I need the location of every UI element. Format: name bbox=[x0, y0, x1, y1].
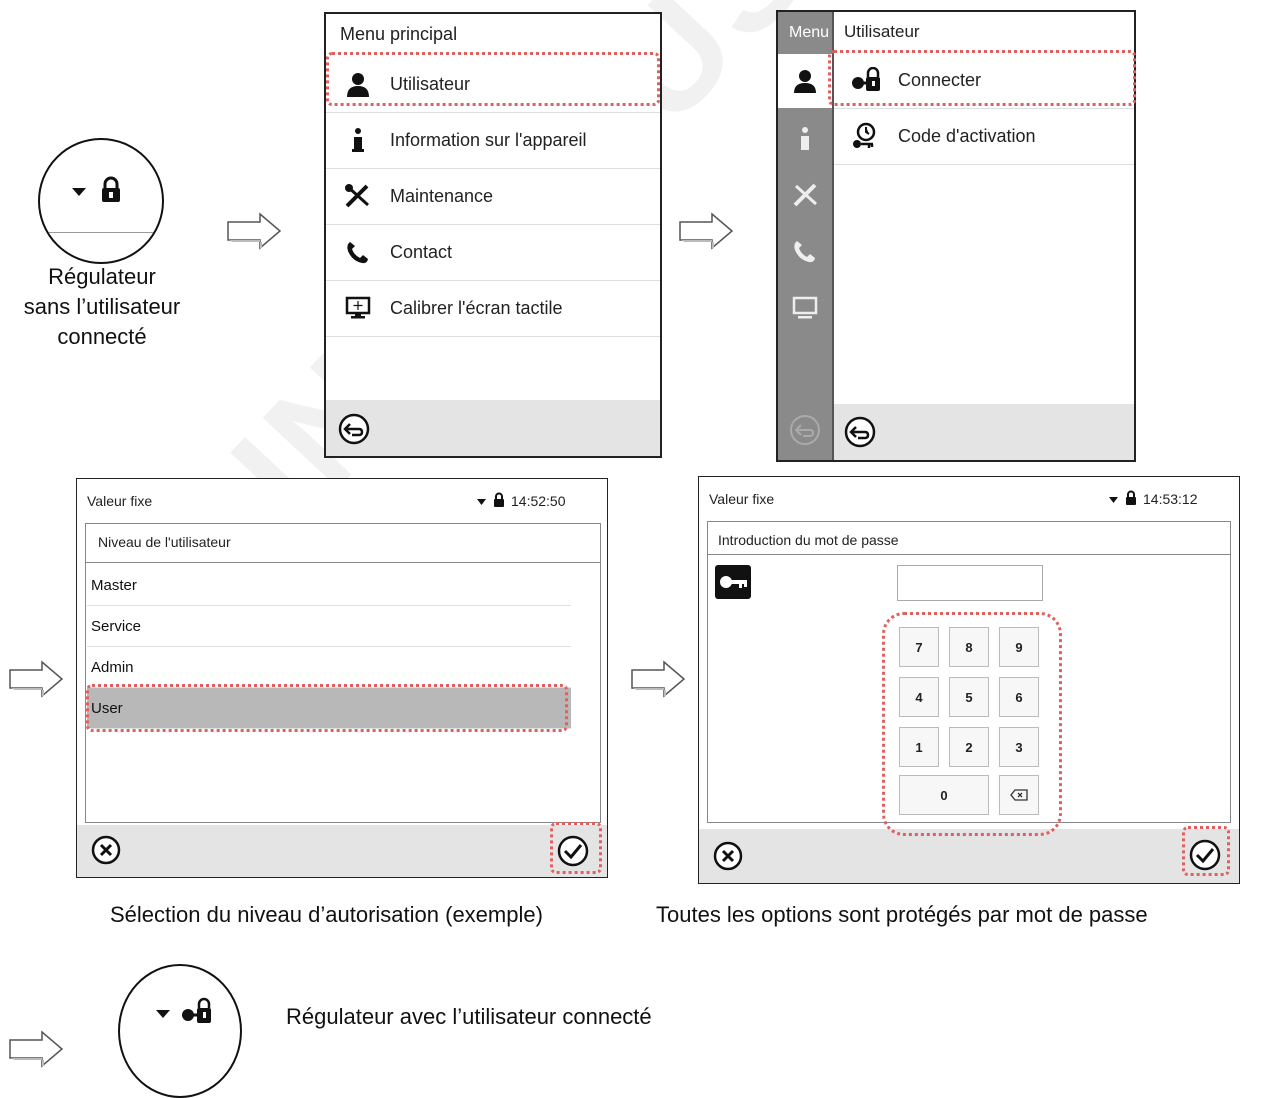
sidebar-item-user[interactable] bbox=[778, 54, 832, 108]
user-menu-title: Utilisateur bbox=[844, 22, 920, 41]
monitor-icon[interactable] bbox=[792, 296, 818, 320]
dropdown-triangle-icon bbox=[156, 1010, 170, 1018]
user-icon bbox=[794, 70, 816, 93]
activation-key-icon bbox=[848, 122, 884, 150]
screen-title: Valeur fixe bbox=[87, 493, 153, 509]
highlight-confirm bbox=[550, 822, 602, 874]
highlight-keypad bbox=[882, 612, 1062, 836]
key-icon bbox=[715, 565, 751, 599]
back-icon bbox=[790, 415, 820, 445]
arrow-right-icon bbox=[227, 212, 282, 250]
info-icon[interactable] bbox=[796, 126, 814, 152]
clock: 14:53:12 bbox=[1143, 491, 1198, 507]
list-header: Niveau de l'utilisateur bbox=[98, 534, 231, 550]
lock-icon bbox=[494, 492, 504, 507]
back-icon[interactable] bbox=[338, 413, 370, 445]
lock-icon bbox=[1126, 490, 1136, 505]
sidebar-title: Menu bbox=[789, 24, 830, 41]
highlight-connecter bbox=[828, 50, 1136, 106]
tools-icon bbox=[340, 183, 376, 209]
login-lock-icon bbox=[182, 997, 211, 1023]
cancel-icon[interactable] bbox=[713, 841, 743, 871]
highlight-confirm bbox=[1182, 826, 1230, 876]
tools-icon[interactable] bbox=[792, 182, 818, 208]
arrow-right-icon bbox=[679, 212, 734, 250]
login-indicator-zoom bbox=[118, 964, 242, 1098]
menu-item-device-info[interactable]: Information sur l'appareil bbox=[326, 112, 660, 169]
monitor-icon bbox=[340, 296, 376, 320]
caption-select-level: Sélection du niveau d’autorisation (exem… bbox=[110, 902, 543, 927]
back-icon[interactable] bbox=[844, 416, 876, 448]
menu-item-contact[interactable]: Contact bbox=[326, 224, 660, 281]
highlight-utilisateur bbox=[326, 52, 660, 106]
clock: 14:52:50 bbox=[511, 493, 566, 509]
caption-with-user: Régulateur avec l’utilisateur connecté bbox=[286, 1004, 652, 1029]
dropdown-triangle-icon bbox=[477, 499, 486, 505]
lock-indicator-zoom bbox=[38, 138, 164, 264]
password-input[interactable] bbox=[897, 565, 1043, 601]
cancel-icon[interactable] bbox=[91, 835, 121, 865]
panel-header: Introduction du mot de passe bbox=[718, 532, 899, 548]
arrow-right-icon bbox=[9, 1030, 64, 1068]
level-option-master[interactable]: Master bbox=[87, 565, 571, 606]
caption-password: Toutes les options sont protégés par mot… bbox=[656, 902, 1148, 927]
arrow-right-icon bbox=[9, 660, 64, 698]
main-menu-title: Menu principal bbox=[340, 24, 458, 44]
dropdown-triangle-icon bbox=[72, 188, 86, 196]
level-option-admin[interactable]: Admin bbox=[87, 647, 571, 688]
highlight-user-option bbox=[86, 684, 568, 732]
dropdown-triangle-icon bbox=[1109, 497, 1118, 503]
phone-icon bbox=[340, 239, 376, 265]
lock-icon bbox=[102, 176, 120, 202]
menu-footer bbox=[326, 400, 660, 456]
level-option-service[interactable]: Service bbox=[87, 606, 571, 647]
menu-item-calibrate[interactable]: Calibrer l'écran tactile bbox=[326, 280, 660, 337]
screen-title: Valeur fixe bbox=[709, 491, 775, 507]
info-icon bbox=[340, 127, 376, 153]
user-level-screen: Valeur fixe 14:52:50 Niveau de l'utilisa… bbox=[76, 478, 608, 878]
level-footer bbox=[77, 825, 607, 877]
menu-sidebar: Menu bbox=[778, 12, 832, 460]
arrow-right-icon bbox=[631, 660, 686, 698]
menu-item-activation-code[interactable]: Code d'activation bbox=[834, 108, 1134, 165]
user-menu-footer bbox=[834, 404, 1134, 460]
menu-item-maintenance[interactable]: Maintenance bbox=[326, 168, 660, 225]
phone-icon[interactable] bbox=[792, 238, 818, 264]
caption-no-user: Régulateur sans l’utilisateur connecté bbox=[23, 264, 181, 349]
password-footer bbox=[699, 829, 1239, 883]
